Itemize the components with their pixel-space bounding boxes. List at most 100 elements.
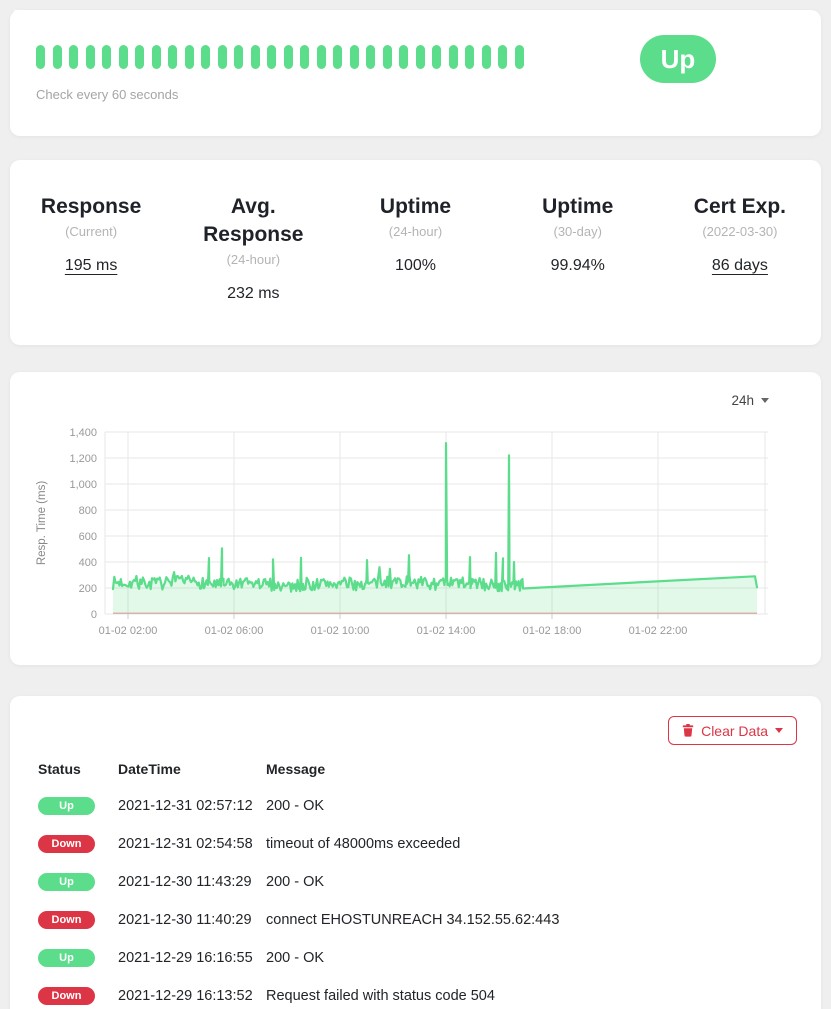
heartbeat-pill[interactable] — [416, 45, 425, 69]
event-message: 200 - OK — [266, 939, 797, 977]
event-datetime: 2021-12-30 11:40:29 — [118, 901, 266, 939]
events-card: Clear Data Status DateTime Message Up202… — [10, 696, 821, 1009]
stat-value[interactable]: 195 ms — [10, 257, 172, 275]
heartbeat-pill[interactable] — [432, 45, 441, 69]
heartbeat-pill[interactable] — [449, 45, 458, 69]
status-badge: Down — [38, 987, 95, 1005]
heartbeat-pill[interactable] — [465, 45, 474, 69]
stats-card: Response(Current)195 msAvg. Response(24-… — [10, 160, 821, 345]
heartbeat-pill[interactable] — [383, 45, 392, 69]
heartbeat-pill[interactable] — [350, 45, 359, 69]
chevron-down-icon — [761, 398, 769, 403]
svg-text:0: 0 — [91, 609, 97, 621]
event-datetime: 2021-12-31 02:54:58 — [118, 825, 266, 863]
stat-title: Uptime — [353, 193, 479, 221]
svg-text:01-02 10:00: 01-02 10:00 — [311, 625, 370, 637]
svg-text:800: 800 — [79, 505, 97, 517]
heartbeat-pill[interactable] — [234, 45, 243, 69]
response-chart[interactable]: 02004006008001,0001,2001,40001-02 02:000… — [20, 422, 810, 640]
clear-data-label: Clear Data — [701, 723, 768, 739]
clear-data-button[interactable]: Clear Data — [668, 716, 797, 745]
heartbeat-pill[interactable] — [86, 45, 95, 69]
chart-range-dropdown[interactable]: 24h — [731, 393, 769, 408]
event-status-cell: Down — [38, 825, 118, 863]
heartbeat-pill[interactable] — [251, 45, 260, 69]
col-header-message: Message — [266, 757, 797, 787]
heartbeat-pill[interactable] — [102, 45, 111, 69]
stat-title: Uptime — [515, 193, 641, 221]
events-toolbar: Clear Data — [38, 716, 797, 745]
event-message: timeout of 48000ms exceeded — [266, 825, 797, 863]
event-message: 200 - OK — [266, 863, 797, 901]
svg-text:01-02 06:00: 01-02 06:00 — [205, 625, 264, 637]
stat-title: Response — [28, 193, 154, 221]
monitor-status-badge: Up — [640, 35, 716, 83]
heartbeat-pill[interactable] — [53, 45, 62, 69]
svg-text:1,400: 1,400 — [69, 427, 97, 439]
status-badge: Up — [38, 873, 95, 891]
heartbeat-pill[interactable] — [267, 45, 276, 69]
events-header-row: Status DateTime Message — [38, 757, 797, 787]
heartbeat-pill[interactable] — [482, 45, 491, 69]
trash-icon — [682, 724, 694, 737]
event-status-cell: Up — [38, 787, 118, 825]
svg-text:400: 400 — [79, 557, 97, 569]
stat-value: 232 ms — [172, 285, 334, 303]
status-badge: Up — [38, 949, 95, 967]
svg-text:01-02 18:00: 01-02 18:00 — [523, 625, 582, 637]
stat-value[interactable]: 86 days — [659, 257, 821, 275]
event-message: connect EHOSTUNREACH 34.152.55.62:443 — [266, 901, 797, 939]
heartbeat-pill[interactable] — [300, 45, 309, 69]
heartbeat-pill[interactable] — [284, 45, 293, 69]
heartbeat-pill[interactable] — [498, 45, 507, 69]
stat-col-4: Cert Exp.(2022-03-30)86 days — [659, 193, 821, 303]
event-datetime: 2021-12-31 02:57:12 — [118, 787, 266, 825]
check-interval-text: Check every 60 seconds — [36, 87, 795, 102]
stats-row: Response(Current)195 msAvg. Response(24-… — [10, 193, 821, 303]
table-row: Up 2021-12-29 16:16:55200 - OK — [38, 939, 797, 977]
stat-value: 99.94% — [497, 257, 659, 275]
stat-subtitle: (2022-03-30) — [659, 224, 821, 239]
col-header-datetime: DateTime — [118, 757, 266, 787]
heartbeat-pill[interactable] — [515, 45, 524, 69]
chevron-down-icon — [775, 728, 783, 733]
status-badge: Down — [38, 835, 95, 853]
heartbeat-pill[interactable] — [135, 45, 144, 69]
table-row: Down 2021-12-30 11:40:29connect EHOSTUNRE… — [38, 901, 797, 939]
svg-text:Resp. Time (ms): Resp. Time (ms) — [36, 481, 48, 566]
table-row: Up 2021-12-30 11:43:29200 - OK — [38, 863, 797, 901]
status-badge: Down — [38, 911, 95, 929]
heartbeat-pill[interactable] — [152, 45, 161, 69]
chart-card: 24h 02004006008001,0001,2001,40001-02 02… — [10, 372, 821, 665]
heartbeat-pill[interactable] — [366, 45, 375, 69]
event-datetime: 2021-12-29 16:16:55 — [118, 939, 266, 977]
heartbeat-pill[interactable] — [168, 45, 177, 69]
events-body: Up2021-12-31 02:57:12200 - OKDown2021-12… — [38, 787, 797, 1009]
stat-subtitle: (30-day) — [497, 224, 659, 239]
heartbeat-pill[interactable] — [399, 45, 408, 69]
stat-value: 100% — [334, 257, 496, 275]
table-row: Up2021-12-31 02:57:12200 - OK — [38, 787, 797, 825]
stat-col-2: Uptime (24-hour) 100% — [334, 193, 496, 303]
heartbeat-pill[interactable] — [69, 45, 78, 69]
stat-col-0: Response(Current)195 ms — [10, 193, 172, 303]
heartbeat-pill[interactable] — [185, 45, 194, 69]
svg-text:01-02 14:00: 01-02 14:00 — [417, 625, 476, 637]
event-status-cell: Up — [38, 863, 118, 901]
table-row: Down2021-12-29 16:13:52Request failed wi… — [38, 977, 797, 1009]
svg-text:1,000: 1,000 — [69, 479, 97, 491]
event-datetime: 2021-12-29 16:13:52 — [118, 977, 266, 1009]
stat-col-1: Avg. Response(24-hour)232 ms — [172, 193, 334, 303]
heartbeat-pill[interactable] — [317, 45, 326, 69]
svg-text:01-02 22:00: 01-02 22:00 — [629, 625, 688, 637]
heartbeat-pill[interactable] — [218, 45, 227, 69]
stat-subtitle: (24-hour) — [334, 224, 496, 239]
heartbeat-pill[interactable] — [119, 45, 128, 69]
svg-text:01-02 02:00: 01-02 02:00 — [99, 625, 158, 637]
event-datetime: 2021-12-30 11:43:29 — [118, 863, 266, 901]
heartbeat-pill[interactable] — [36, 45, 45, 69]
heartbeat-pill[interactable] — [333, 45, 342, 69]
svg-text:600: 600 — [79, 531, 97, 543]
chart-toolbar: 24h — [10, 388, 821, 412]
heartbeat-pill[interactable] — [201, 45, 210, 69]
